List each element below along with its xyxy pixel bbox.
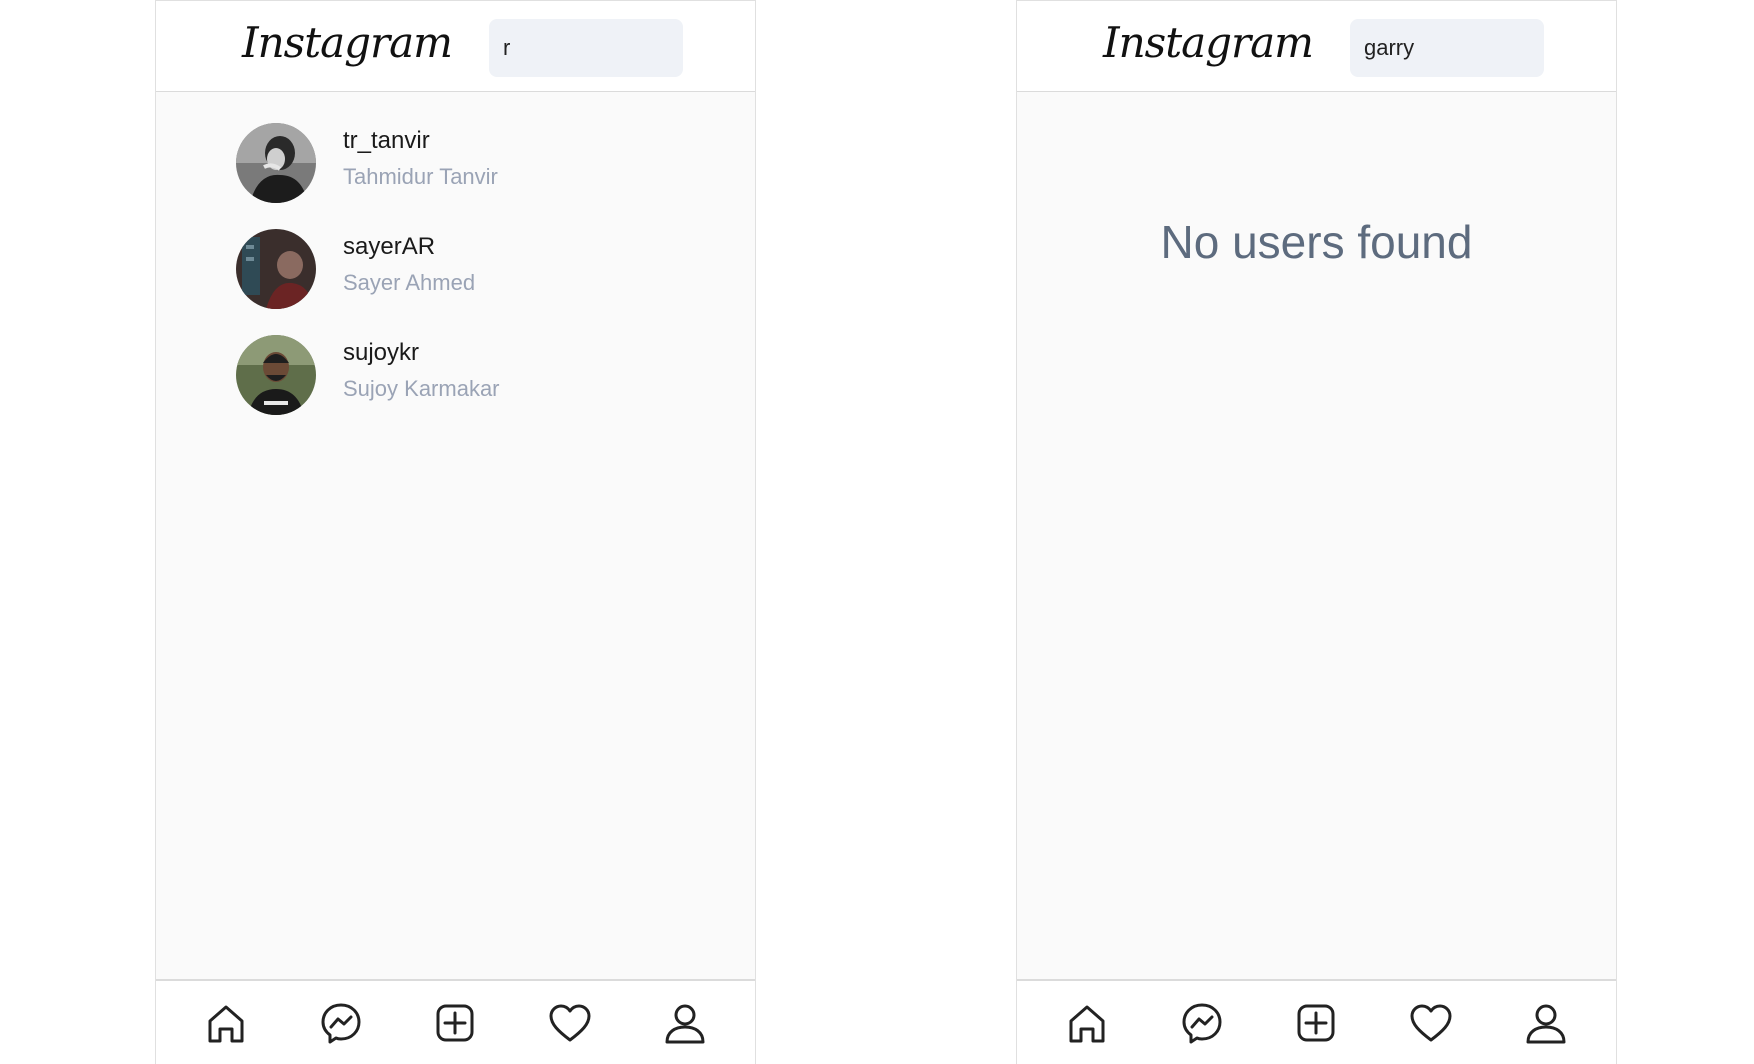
user-avatar[interactable] xyxy=(236,123,316,203)
search-input[interactable] xyxy=(489,19,683,77)
user-avatar[interactable] xyxy=(236,229,316,309)
no-results-screen: Instagram No users found xyxy=(1016,0,1617,1064)
profile-icon[interactable] xyxy=(661,999,709,1047)
user-result-row[interactable]: sayerAR Sayer Ahmed xyxy=(236,229,596,313)
search-input[interactable] xyxy=(1350,19,1544,77)
screenshot-stage: Instagram tr_tanvir Tahmidur Tanvir xyxy=(0,0,1754,1064)
instagram-logo[interactable]: Instagram xyxy=(1103,15,1314,71)
result-fullname: Sujoy Karmakar xyxy=(343,376,500,401)
search-results-screen: Instagram tr_tanvir Tahmidur Tanvir xyxy=(155,0,756,1064)
instagram-logo[interactable]: Instagram xyxy=(242,15,453,71)
add-post-icon[interactable] xyxy=(1292,999,1340,1047)
home-icon[interactable] xyxy=(1063,999,1111,1047)
no-users-found-message: No users found xyxy=(1160,216,1473,268)
home-icon[interactable] xyxy=(202,999,250,1047)
heart-icon[interactable] xyxy=(1407,999,1455,1047)
result-username: sayerAR xyxy=(343,233,436,260)
top-bar: Instagram xyxy=(156,0,755,92)
result-fullname: Sayer Ahmed xyxy=(343,270,476,295)
result-username: sujoykr xyxy=(343,339,420,366)
heart-icon[interactable] xyxy=(546,999,594,1047)
result-fullname: Tahmidur Tanvir xyxy=(343,164,498,189)
messenger-icon[interactable] xyxy=(317,999,365,1047)
add-post-icon[interactable] xyxy=(431,999,479,1047)
messenger-icon[interactable] xyxy=(1178,999,1226,1047)
result-username: tr_tanvir xyxy=(343,127,430,154)
top-bar: Instagram xyxy=(1017,0,1616,92)
user-result-row[interactable]: sujoykr Sujoy Karmakar xyxy=(236,335,596,419)
bottom-nav-bar xyxy=(1017,979,1616,1064)
search-results-area: No users found xyxy=(1017,92,1616,979)
user-result-row[interactable]: tr_tanvir Tahmidur Tanvir xyxy=(236,123,596,207)
profile-icon[interactable] xyxy=(1522,999,1570,1047)
bottom-nav-bar xyxy=(156,979,755,1064)
user-avatar[interactable] xyxy=(236,335,316,415)
search-results-list: tr_tanvir Tahmidur Tanvir sayerAR Sayer … xyxy=(156,92,755,979)
